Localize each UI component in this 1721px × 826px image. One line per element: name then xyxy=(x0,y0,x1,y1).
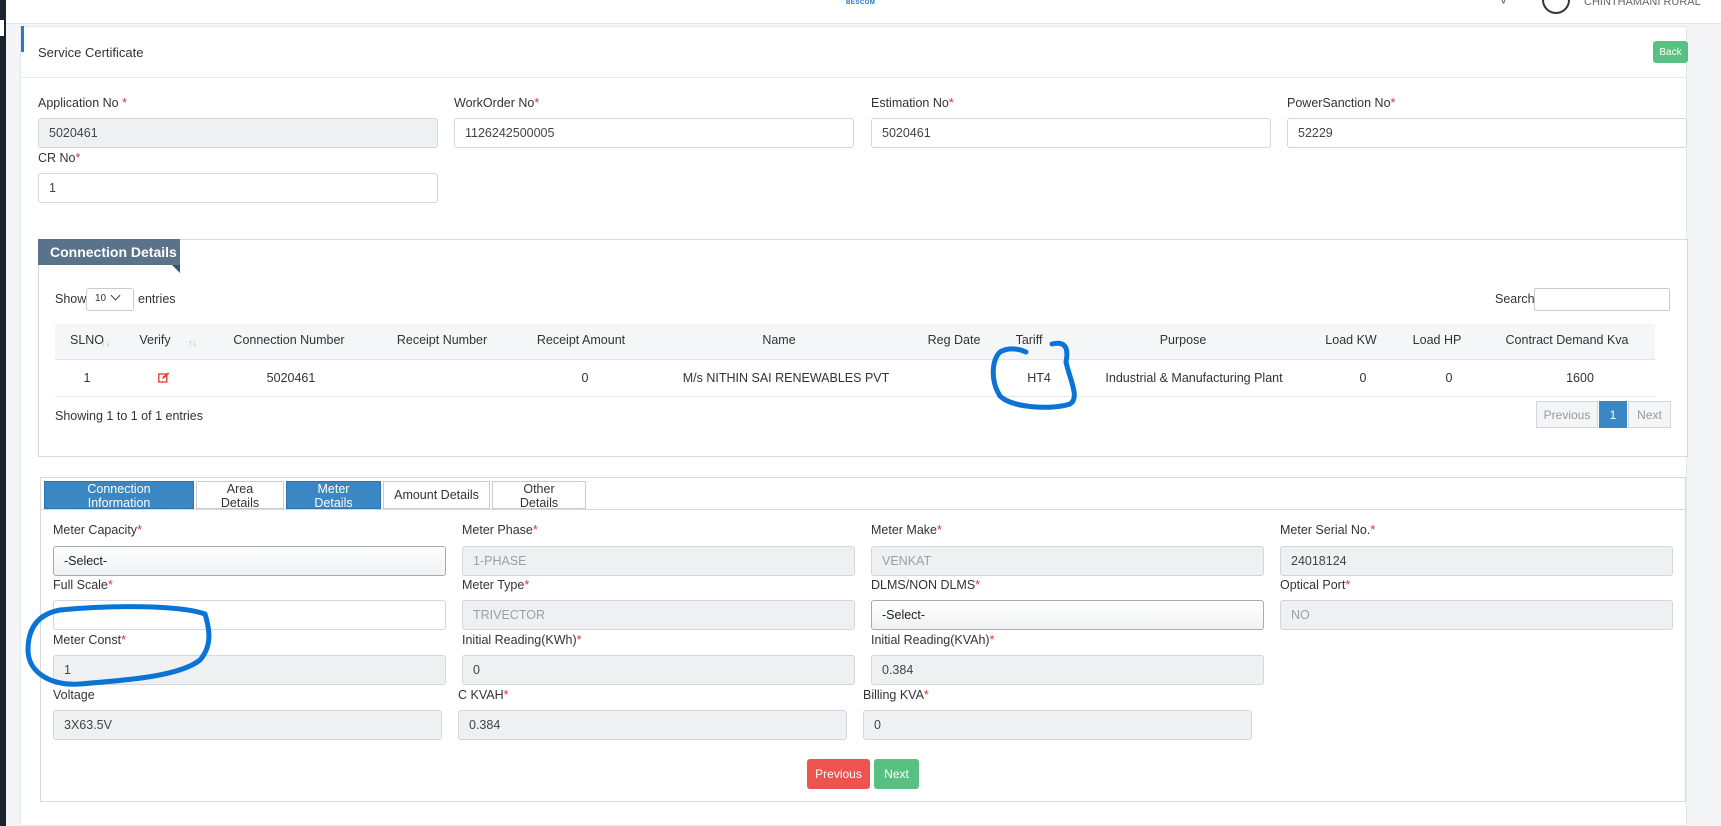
optical-port-field[interactable]: NO xyxy=(1280,600,1673,630)
optical-port-label: Optical Port* xyxy=(1280,578,1351,592)
edit-icon[interactable] xyxy=(158,372,170,383)
voltage-label: Voltage xyxy=(53,688,95,702)
powersanction-no-label: PowerSanction No* xyxy=(1287,96,1396,110)
tab-connection-information[interactable]: Connection Information xyxy=(44,481,194,510)
billing-kva-field[interactable]: 0 xyxy=(863,710,1252,740)
back-button[interactable]: Back xyxy=(1653,41,1688,63)
meter-capacity-label: Meter Capacity* xyxy=(53,523,142,537)
meter-make-field[interactable]: VENKAT xyxy=(871,546,1264,576)
col-verify[interactable]: Verify xyxy=(139,333,170,347)
sidebar-toggle[interactable] xyxy=(0,20,4,36)
application-no-field[interactable]: 5020461 xyxy=(38,118,438,148)
powersanction-no-field[interactable]: 52229 xyxy=(1287,118,1687,148)
notification-icon[interactable]: ˅ xyxy=(1500,0,1507,8)
initial-kwh-field[interactable]: 0 xyxy=(462,655,855,685)
cell-slno: 1 xyxy=(83,371,91,385)
meter-make-label: Meter Make* xyxy=(871,523,942,537)
meter-serial-label: Meter Serial No.* xyxy=(1280,523,1376,537)
tab-area-details[interactable]: Area Details xyxy=(196,481,284,510)
col-slno[interactable]: SLNO xyxy=(70,333,104,347)
full-scale-label: Full Scale* xyxy=(53,578,113,592)
estimation-no-field[interactable]: 5020461 xyxy=(871,118,1271,148)
col-connection-number[interactable]: Connection Number xyxy=(233,333,344,347)
dlms-label: DLMS/NON DLMS* xyxy=(871,578,981,592)
meter-serial-field[interactable]: 24018124 xyxy=(1280,546,1673,576)
cell-receipt-amount: 0 xyxy=(581,371,589,385)
cell-purpose: Industrial & Manufacturing Plant xyxy=(1105,371,1283,385)
heading-fold xyxy=(172,265,180,273)
tab-meter-details[interactable]: Meter Details xyxy=(286,481,381,510)
col-contract-demand[interactable]: Contract Demand Kva xyxy=(1506,333,1629,347)
tabs-container xyxy=(40,477,1686,802)
pager-page-1-button[interactable]: 1 xyxy=(1599,401,1627,428)
dlms-select[interactable]: -Select- xyxy=(871,600,1264,630)
cr-no-field[interactable]: 1 xyxy=(38,173,438,203)
entries-select[interactable]: 10 xyxy=(86,288,134,311)
billing-kva-label: Billing KVA* xyxy=(863,688,929,702)
title-divider xyxy=(21,77,1686,78)
c-kvah-label: C KVAH* xyxy=(458,688,509,702)
tabs-divider xyxy=(41,509,1685,510)
col-load-hp[interactable]: Load HP xyxy=(1413,333,1462,347)
col-name[interactable]: Name xyxy=(762,333,795,347)
voltage-field[interactable]: 3X63.5V xyxy=(53,710,442,740)
cell-load-kw: 0 xyxy=(1359,371,1367,385)
connection-details-heading: Connection Details xyxy=(38,239,180,265)
pager-next-button[interactable]: Next xyxy=(1628,401,1671,428)
initial-kvah-field[interactable]: 0.384 xyxy=(871,655,1264,685)
workorder-no-label: WorkOrder No* xyxy=(454,96,540,110)
show-label: Show xyxy=(55,292,87,306)
previous-button[interactable]: Previous xyxy=(807,759,870,789)
meter-const-field[interactable]: 1 xyxy=(53,655,446,685)
meter-const-label: Meter Const* xyxy=(53,633,126,647)
initial-kvah-label: Initial Reading(KVAh)* xyxy=(871,633,995,647)
application-no-label: Application No * xyxy=(38,96,127,110)
cell-load-hp: 0 xyxy=(1445,371,1453,385)
sort-icon[interactable]: ↑↓ xyxy=(101,338,110,348)
estimation-no-label: Estimation No* xyxy=(871,96,954,110)
panel-accent xyxy=(21,26,24,52)
col-load-kw[interactable]: Load KW xyxy=(1325,333,1376,347)
entries-label: entries xyxy=(138,292,176,306)
row-divider xyxy=(55,396,1655,397)
col-receipt-number[interactable]: Receipt Number xyxy=(397,333,487,347)
cell-name: M/s NITHIN SAI RENEWABLES PVT xyxy=(682,371,890,385)
page-title: Service Certificate xyxy=(38,45,144,60)
col-tariff[interactable]: Tariff xyxy=(1016,333,1043,347)
pager-previous-button[interactable]: Previous xyxy=(1536,401,1598,428)
search-input[interactable] xyxy=(1534,288,1670,311)
col-reg-date[interactable]: Reg Date xyxy=(928,333,981,347)
next-button[interactable]: Next xyxy=(874,759,919,789)
tab-other-details[interactable]: Other Details xyxy=(492,481,586,510)
full-scale-field[interactable] xyxy=(53,600,446,630)
cell-contract-demand: 1600 xyxy=(1566,371,1594,385)
meter-phase-label: Meter Phase* xyxy=(462,523,538,537)
search-label: Search: xyxy=(1495,292,1539,306)
workorder-no-field[interactable]: 1126242500005 xyxy=(454,118,854,148)
cell-connection-number: 5020461 xyxy=(266,371,316,385)
col-receipt-amount[interactable]: Receipt Amount xyxy=(537,333,625,347)
cr-no-label: CR No* xyxy=(38,151,81,165)
meter-capacity-select[interactable]: -Select- xyxy=(53,546,446,576)
table-info: Showing 1 to 1 of 1 entries xyxy=(55,409,204,423)
sort-icon[interactable]: ↑↓ xyxy=(188,338,197,348)
initial-kwh-label: Initial Reading(KWh)* xyxy=(462,633,582,647)
meter-type-label: Meter Type* xyxy=(462,578,530,592)
cell-tariff: HT4 xyxy=(1027,371,1051,385)
meter-phase-field[interactable]: 1-PHASE xyxy=(462,546,855,576)
user-name: CHINTHAMANI RURAL xyxy=(1584,0,1701,8)
col-purpose[interactable]: Purpose xyxy=(1160,333,1207,347)
meter-type-field[interactable]: TRIVECTOR xyxy=(462,600,855,630)
c-kvah-field[interactable]: 0.384 xyxy=(458,710,847,740)
logo: BESCOM xyxy=(846,0,876,6)
left-sidebar-strip xyxy=(0,0,6,826)
tab-amount-details[interactable]: Amount Details xyxy=(383,481,490,509)
